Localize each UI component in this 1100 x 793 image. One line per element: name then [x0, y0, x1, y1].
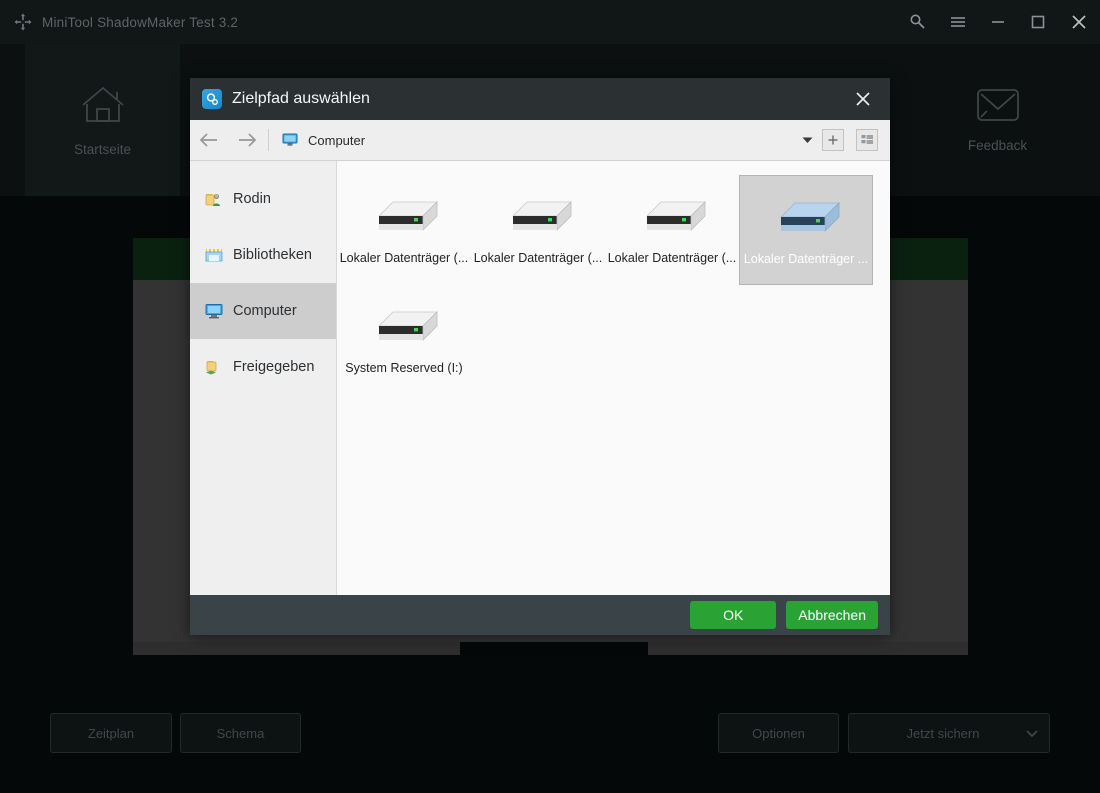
zielpfad-dialog: Zielpfad auswählen Computer Rodin Biblio… — [190, 78, 890, 635]
dialog-header: Zielpfad auswählen — [190, 78, 890, 120]
search-icon[interactable] — [898, 0, 938, 44]
libraries-icon — [204, 246, 224, 264]
drive-icon — [367, 189, 441, 245]
menu-icon[interactable] — [938, 0, 978, 44]
close-icon[interactable] — [1058, 0, 1100, 44]
panel-footer-left — [133, 642, 460, 655]
address-separator — [268, 129, 269, 151]
panel-footer-right — [648, 642, 968, 655]
folder-search-icon — [202, 89, 222, 109]
sidebar-item-label: Rodin — [233, 191, 271, 207]
address-bar: Computer — [190, 120, 890, 161]
dialog-sidebar: Rodin Bibliotheken Computer Freigegeben — [190, 161, 337, 595]
arrow-right-icon[interactable] — [228, 120, 266, 160]
file-item-drive[interactable]: System Reserved (I:) — [337, 285, 471, 395]
sidebar-item-bibliotheken[interactable]: Bibliotheken — [190, 227, 336, 283]
close-icon[interactable] — [850, 86, 876, 112]
ok-button[interactable]: OK — [690, 601, 777, 629]
list-view-icon[interactable] — [856, 129, 878, 151]
computer-icon — [281, 132, 299, 148]
file-item-label: Lokaler Datenträger (... — [473, 251, 603, 265]
user-folder-icon — [204, 190, 224, 208]
file-item-drive[interactable]: Lokaler Datenträger (... — [337, 175, 471, 285]
home-icon — [78, 83, 128, 130]
envelope-icon — [976, 87, 1020, 126]
dialog-body: Rodin Bibliotheken Computer Freigegeben … — [190, 161, 890, 595]
chevron-down-icon[interactable] — [1015, 729, 1049, 737]
cancel-button[interactable]: Abbrechen — [786, 601, 878, 629]
nav-item-feedback[interactable]: Feedback — [920, 44, 1075, 196]
zeitplan-button[interactable]: Zeitplan — [50, 713, 172, 753]
drive-icon — [635, 189, 709, 245]
computer-icon — [204, 302, 224, 320]
sidebar-item-label: Bibliotheken — [233, 247, 312, 263]
maximize-icon[interactable] — [1018, 0, 1058, 44]
file-item-drive-selected[interactable]: Lokaler Datenträger ... — [739, 175, 873, 285]
minimize-icon[interactable] — [978, 0, 1018, 44]
sidebar-item-label: Freigegeben — [233, 359, 315, 375]
window-title: MiniTool ShadowMaker Test 3.2 — [42, 14, 239, 30]
sidebar-item-computer[interactable]: Computer — [190, 283, 336, 339]
file-list[interactable]: Lokaler Datenträger (... Lokaler Datentr… — [337, 161, 890, 595]
nav-item-label: Feedback — [967, 138, 1028, 153]
file-item-label: Lokaler Datenträger (... — [339, 251, 469, 265]
dialog-title: Zielpfad auswählen — [232, 90, 370, 107]
sidebar-item-label: Computer — [233, 303, 297, 319]
optionen-button[interactable]: Optionen — [718, 713, 839, 753]
nav-item-label: Startseite — [73, 142, 132, 157]
arrow-left-icon[interactable] — [190, 120, 228, 160]
jetzt-sichern-label: Jetzt sichern — [906, 725, 980, 741]
schema-button[interactable]: Schema — [180, 713, 301, 753]
file-item-label: System Reserved (I:) — [345, 361, 463, 375]
plus-icon[interactable] — [822, 129, 844, 151]
shadowmaker-logo-icon — [12, 11, 34, 33]
drive-icon — [367, 299, 441, 355]
file-item-drive[interactable]: Lokaler Datenträger (... — [605, 175, 739, 285]
jetzt-sichern-button[interactable]: Jetzt sichern — [848, 713, 1050, 753]
file-item-label: Lokaler Datenträger ... — [743, 252, 869, 266]
file-item-drive[interactable]: Lokaler Datenträger (... — [471, 175, 605, 285]
dialog-footer: OK Abbrechen — [190, 595, 890, 635]
application-window: MiniTool ShadowMaker Test 3.2 Startseite… — [0, 0, 1100, 793]
nav-item-startseite[interactable]: Startseite — [25, 44, 180, 196]
drive-icon — [769, 190, 843, 246]
drive-icon — [501, 189, 575, 245]
sidebar-item-rodin[interactable]: Rodin — [190, 171, 336, 227]
address-location[interactable]: Computer — [308, 133, 365, 148]
title-bar: MiniTool ShadowMaker Test 3.2 — [0, 0, 1100, 44]
chevron-down-icon[interactable] — [792, 120, 822, 160]
sidebar-item-freigegeben[interactable]: Freigegeben — [190, 339, 336, 395]
shared-folder-icon — [204, 358, 224, 376]
file-item-label: Lokaler Datenträger (... — [607, 251, 737, 265]
